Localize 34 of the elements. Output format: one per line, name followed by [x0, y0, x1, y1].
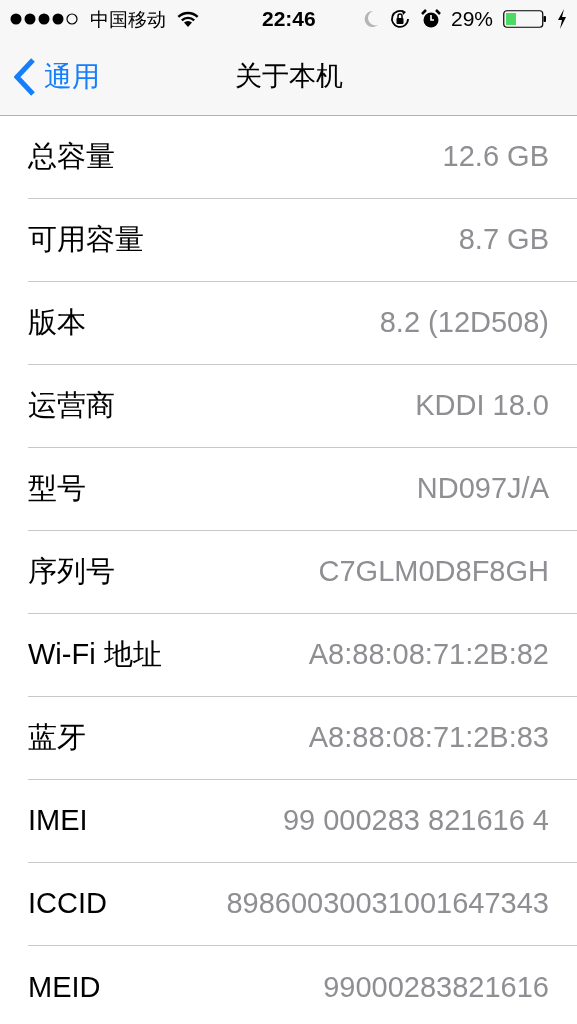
row-label: IMEI — [28, 803, 88, 839]
row-value: 99 000283 821616 4 — [282, 803, 549, 839]
row-value: 99000283821616 — [323, 969, 549, 1005]
battery-icon — [503, 10, 547, 28]
row-label: MEID — [28, 969, 101, 1005]
row-label: 运营商 — [28, 388, 115, 424]
rotation-lock-icon — [388, 8, 411, 30]
row-value: A8:88:08:71:2B:83 — [308, 720, 549, 756]
row-label: 蓝牙 — [28, 720, 86, 756]
row-label: 可用容量 — [28, 222, 144, 258]
row-value: KDDI 18.0 — [415, 388, 549, 424]
moon-icon — [362, 10, 379, 28]
chevron-left-icon — [14, 57, 36, 96]
row-value: 8.2 (12D508) — [379, 305, 549, 341]
row-label: 版本 — [28, 305, 86, 341]
back-button[interactable]: 通用 — [14, 55, 100, 98]
wifi-icon — [176, 10, 200, 28]
row-value: ND097J/A — [416, 471, 549, 507]
alarm-clock-icon — [420, 9, 441, 29]
row-value: 89860030031001647343 — [226, 886, 549, 922]
carrier-name: 中国移动 — [90, 6, 166, 32]
battery-percentage: 29% — [450, 6, 493, 33]
row-label: 型号 — [28, 471, 86, 507]
row-label: ICCID — [28, 886, 107, 922]
row-value: 8.7 GB — [458, 222, 549, 258]
row-value: 12.6 GB — [442, 139, 549, 175]
clock-time: 22:46 — [262, 6, 316, 33]
screen-title: 关于本机 — [234, 60, 343, 94]
row-value: A8:88:08:71:2B:82 — [308, 637, 549, 673]
charging-icon — [557, 9, 567, 29]
row-value: C7GLM0D8F8GH — [318, 554, 549, 590]
row-label: 序列号 — [28, 554, 115, 590]
row-label: Wi-Fi 地址 — [28, 637, 162, 673]
row-label: 总容量 — [28, 139, 115, 175]
